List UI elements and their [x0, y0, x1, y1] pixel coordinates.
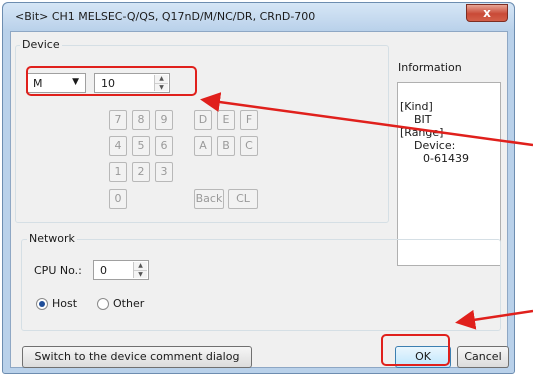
callout-arrow-device: [200, 92, 533, 147]
callout-arrow-ok: [455, 309, 533, 330]
callout-arrows: [200, 92, 533, 330]
